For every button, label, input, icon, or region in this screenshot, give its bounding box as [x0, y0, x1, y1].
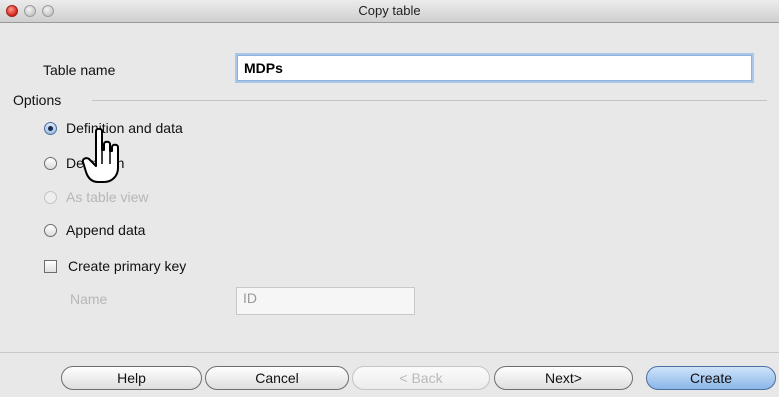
- help-button[interactable]: Help: [61, 366, 202, 390]
- checkbox-icon[interactable]: [44, 259, 57, 273]
- title-bar: Copy table: [0, 0, 779, 23]
- radio-disabled-icon: [44, 190, 57, 204]
- radio-as-table-view: As table view: [44, 187, 148, 207]
- checkbox-label: Create primary key: [68, 258, 187, 274]
- radio-icon[interactable]: [44, 156, 57, 170]
- options-group-label: Options: [13, 92, 62, 108]
- cancel-button[interactable]: Cancel: [205, 366, 349, 390]
- button-bar-divider: [0, 352, 779, 353]
- options-divider: [92, 100, 767, 101]
- pointing-hand-icon: [82, 128, 119, 183]
- window-title: Copy table: [358, 3, 421, 18]
- radio-checked-icon[interactable]: [44, 121, 57, 135]
- next-button[interactable]: Next>: [494, 366, 633, 390]
- create-button[interactable]: Create: [646, 366, 776, 390]
- table-name-label: Table name: [43, 62, 116, 78]
- primary-key-name-input: ID: [236, 287, 415, 315]
- radio-label: As table view: [66, 189, 149, 205]
- create-primary-key-checkbox[interactable]: Create primary key: [44, 258, 186, 274]
- primary-key-name-label: Name: [70, 291, 108, 307]
- back-button: < Back: [352, 366, 490, 390]
- radio-icon[interactable]: [44, 223, 57, 237]
- table-name-input[interactable]: [237, 55, 752, 81]
- radio-append-data[interactable]: Append data: [44, 220, 145, 240]
- radio-label: Append data: [66, 222, 146, 238]
